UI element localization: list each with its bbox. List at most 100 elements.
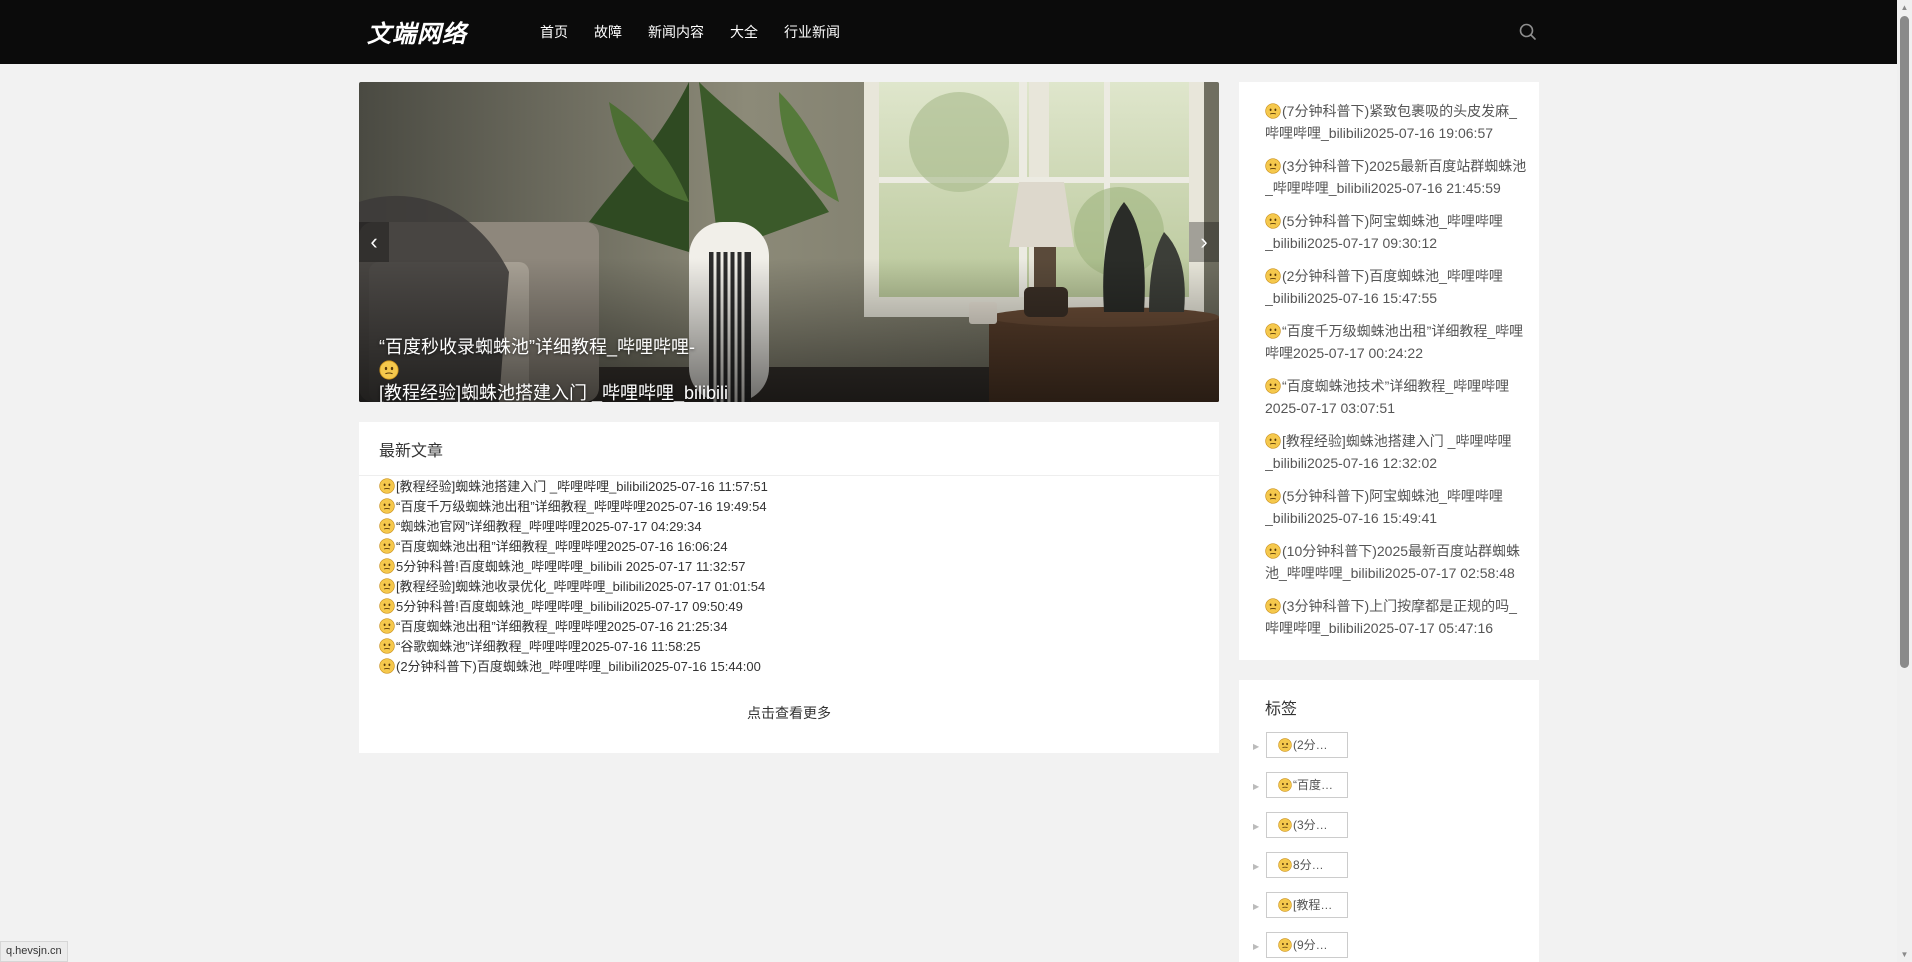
tag-chip[interactable]: “百度… — [1266, 772, 1348, 798]
article-link[interactable]: [教程经验]蜘蛛池搭建入门 _哔哩哔哩_bilibili2025-07-16 1… — [1265, 433, 1511, 471]
tag-chip[interactable]: 8分… — [1266, 852, 1348, 878]
site-logo[interactable]: 文端网络 — [367, 14, 467, 49]
hero-caption[interactable]: “百度秒收录蜘蛛池”详细教程_哔哩哔哩- [教程经验]蜘蛛池搭建入门 _哔哩哔哩_… — [379, 334, 1039, 402]
list-item[interactable]: (5分钟科普下)阿宝蜘蛛池_哔哩哔哩_bilibili2025-07-16 15… — [1265, 485, 1527, 540]
tag-chip[interactable]: (2分… — [1266, 732, 1348, 758]
tag-chip[interactable]: (3分… — [1266, 812, 1348, 838]
triangle-bullet-icon: ▶ — [1253, 782, 1260, 791]
confused-face-emoji-icon — [1265, 268, 1281, 284]
triangle-bullet-icon: ▶ — [1253, 742, 1260, 751]
confused-face-emoji-icon — [1265, 213, 1281, 229]
article-link[interactable]: [教程经验]蜘蛛池收录优化_哔哩哔哩_bilibili2025-07-17 01… — [396, 579, 765, 594]
page-scrollbar[interactable]: ▲ ▼ — [1897, 0, 1912, 962]
list-item[interactable]: “百度蜘蛛池技术”详细教程_哔哩哔哩2025-07-17 03:07:51 — [1265, 375, 1527, 430]
article-link[interactable]: “百度蜘蛛池出租”详细教程_哔哩哔哩2025-07-16 16:06:24 — [396, 539, 728, 554]
article-link[interactable]: (5分钟科普下)阿宝蜘蛛池_哔哩哔哩_bilibili2025-07-16 15… — [1265, 488, 1503, 526]
confused-face-emoji-icon — [379, 538, 395, 554]
sidebar-article-list: (7分钟科普下)紧致包裹吸的头皮发麻_哔哩哔哩_bilibili2025-07-… — [1265, 100, 1527, 650]
list-item[interactable]: 5分钟科普!百度蜘蛛池_哔哩哔哩_bilibili 2025-07-17 11:… — [379, 557, 768, 577]
article-link[interactable]: “蜘蛛池官网”详细教程_哔哩哔哩2025-07-17 04:29:34 — [396, 519, 702, 534]
article-link[interactable]: (5分钟科普下)阿宝蜘蛛池_哔哩哔哩_bilibili2025-07-17 09… — [1265, 213, 1503, 251]
scroll-up-arrow-icon[interactable]: ▲ — [1900, 3, 1909, 12]
latest-articles-list: [教程经验]蜘蛛池搭建入门 _哔哩哔哩_bilibili2025-07-16 1… — [379, 477, 768, 677]
confused-face-emoji-icon — [379, 518, 395, 534]
list-item[interactable]: “谷歌蜘蛛池”详细教程_哔哩哔哩2025-07-16 11:58:25 — [379, 637, 768, 657]
confused-face-emoji-icon — [1278, 898, 1292, 912]
list-item[interactable]: (10分钟科普下)2025最新百度站群蜘蛛池_哔哩哔哩_bilibili2025… — [1265, 540, 1527, 595]
article-link[interactable]: (7分钟科普下)紧致包裹吸的头皮发麻_哔哩哔哩_bilibili2025-07-… — [1265, 103, 1517, 141]
article-link[interactable]: “百度蜘蛛池技术”详细教程_哔哩哔哩2025-07-17 03:07:51 — [1265, 378, 1509, 416]
scroll-down-arrow-icon[interactable]: ▼ — [1900, 950, 1909, 959]
nav-collection[interactable]: 大全 — [730, 22, 758, 42]
nav-news-content[interactable]: 新闻内容 — [648, 22, 704, 42]
confused-face-emoji-icon — [379, 558, 395, 574]
list-item[interactable]: (7分钟科普下)紧致包裹吸的头皮发麻_哔哩哔哩_bilibili2025-07-… — [1265, 100, 1527, 155]
article-link[interactable]: (3分钟科普下)上门按摩都是正规的吗_哔哩哔哩_bilibili2025-07-… — [1265, 598, 1517, 636]
confused-face-emoji-icon — [1278, 818, 1292, 832]
article-link[interactable]: 5分钟科普!百度蜘蛛池_哔哩哔哩_bilibili 2025-07-17 11:… — [396, 559, 745, 574]
top-navbar: 文端网络 首页 故障 新闻内容 大全 行业新闻 — [0, 0, 1897, 64]
carousel-next-button[interactable]: › — [1189, 222, 1219, 262]
tag-chip[interactable]: [教程… — [1266, 892, 1348, 918]
list-item[interactable]: (3分钟科普下)2025最新百度站群蜘蛛池_哔哩哔哩_bilibili2025-… — [1265, 155, 1527, 210]
confused-face-emoji-icon — [1265, 488, 1281, 504]
article-link[interactable]: (2分钟科普下)百度蜘蛛池_哔哩哔哩_bilibili2025-07-16 15… — [396, 659, 761, 674]
hero-carousel[interactable]: “百度秒收录蜘蛛池”详细教程_哔哩哔哩- [教程经验]蜘蛛池搭建入门 _哔哩哔哩_… — [359, 82, 1219, 402]
list-item[interactable]: (5分钟科普下)阿宝蜘蛛池_哔哩哔哩_bilibili2025-07-17 09… — [1265, 210, 1527, 265]
list-item[interactable]: “百度蜘蛛池出租”详细教程_哔哩哔哩2025-07-16 16:06:24 — [379, 537, 768, 557]
scroll-thumb[interactable] — [1900, 16, 1909, 668]
view-more-link[interactable]: 点击查看更多 — [359, 703, 1219, 723]
article-link[interactable]: “百度千万级蜘蛛池出租”详细教程_哔哩哔哩2025-07-16 19:49:54 — [396, 499, 767, 514]
list-item[interactable]: “百度蜘蛛池出租”详细教程_哔哩哔哩2025-07-16 21:25:34 — [379, 617, 768, 637]
confused-face-emoji-icon — [1265, 433, 1281, 449]
latest-articles-title: 最新文章 — [379, 443, 444, 460]
article-link[interactable]: “百度千万级蜘蛛池出租”详细教程_哔哩哔哩2025-07-17 00:24:22 — [1265, 323, 1523, 361]
confused-face-emoji-icon — [1265, 378, 1281, 394]
list-item[interactable]: [教程经验]蜘蛛池搭建入门 _哔哩哔哩_bilibili2025-07-16 1… — [379, 477, 768, 497]
article-link[interactable]: 5分钟科普!百度蜘蛛池_哔哩哔哩_bilibili2025-07-17 09:5… — [396, 599, 743, 614]
nav-faults[interactable]: 故障 — [594, 22, 622, 42]
tag-label: “百度… — [1293, 778, 1333, 792]
nav-home[interactable]: 首页 — [540, 22, 568, 42]
confused-face-emoji-icon — [379, 360, 399, 380]
list-item[interactable]: [教程经验]蜘蛛池收录优化_哔哩哔哩_bilibili2025-07-17 01… — [379, 577, 768, 597]
tag-chip[interactable]: (9分… — [1266, 932, 1348, 958]
article-link[interactable]: “百度蜘蛛池出租”详细教程_哔哩哔哩2025-07-16 21:25:34 — [396, 619, 728, 634]
confused-face-emoji-icon — [379, 578, 395, 594]
confused-face-emoji-icon — [1278, 778, 1292, 792]
list-item[interactable]: 5分钟科普!百度蜘蛛池_哔哩哔哩_bilibili2025-07-17 09:5… — [379, 597, 768, 617]
article-link[interactable]: [教程经验]蜘蛛池搭建入门 _哔哩哔哩_bilibili2025-07-16 1… — [396, 479, 768, 494]
list-item[interactable]: (3分钟科普下)上门按摩都是正规的吗_哔哩哔哩_bilibili2025-07-… — [1265, 595, 1527, 650]
tag-label: (3分… — [1293, 818, 1328, 832]
confused-face-emoji-icon — [379, 618, 395, 634]
triangle-bullet-icon: ▶ — [1253, 902, 1260, 911]
article-link[interactable]: “谷歌蜘蛛池”详细教程_哔哩哔哩2025-07-16 11:58:25 — [396, 639, 701, 654]
list-item[interactable]: (2分钟科普下)百度蜘蛛池_哔哩哔哩_bilibili2025-07-16 15… — [379, 657, 768, 677]
carousel-prev-button[interactable]: ‹ — [359, 222, 389, 262]
confused-face-emoji-icon — [1265, 543, 1281, 559]
article-link[interactable]: (10分钟科普下)2025最新百度站群蜘蛛池_哔哩哔哩_bilibili2025… — [1265, 543, 1520, 581]
article-link[interactable]: (3分钟科普下)2025最新百度站群蜘蛛池_哔哩哔哩_bilibili2025-… — [1265, 158, 1526, 196]
list-item[interactable]: [教程经验]蜘蛛池搭建入门 _哔哩哔哩_bilibili2025-07-16 1… — [1265, 430, 1527, 485]
confused-face-emoji-icon — [379, 638, 395, 654]
confused-face-emoji-icon — [379, 478, 395, 494]
list-item[interactable]: (2分钟科普下)百度蜘蛛池_哔哩哔哩_bilibili2025-07-16 15… — [1265, 265, 1527, 320]
tags-panel: 标签 ▶ (2分… ▶ “百度… ▶ (3分… ▶ 8分… ▶ [教程… ▶ (9分… — [1239, 680, 1539, 962]
list-item[interactable]: “百度千万级蜘蛛池出租”详细教程_哔哩哔哩2025-07-17 00:24:22 — [1265, 320, 1527, 375]
divider — [359, 475, 1219, 476]
article-link[interactable]: (2分钟科普下)百度蜘蛛池_哔哩哔哩_bilibili2025-07-16 15… — [1265, 268, 1503, 306]
tag-label: (2分… — [1293, 738, 1328, 752]
confused-face-emoji-icon — [379, 598, 395, 614]
triangle-bullet-icon: ▶ — [1253, 862, 1260, 871]
hero-caption-prefix: “百度秒收录蜘蛛池”详细教程_哔哩哔哩- — [379, 337, 695, 357]
nav-industry-news[interactable]: 行业新闻 — [784, 22, 840, 42]
tag-label: 8分… — [1293, 858, 1324, 872]
search-icon[interactable] — [1518, 22, 1538, 42]
list-item[interactable]: “蜘蛛池官网”详细教程_哔哩哔哩2025-07-17 04:29:34 — [379, 517, 768, 537]
tag-label: [教程… — [1293, 898, 1333, 912]
list-item[interactable]: “百度千万级蜘蛛池出租”详细教程_哔哩哔哩2025-07-16 19:49:54 — [379, 497, 768, 517]
hero-caption-suffix: [教程经验]蜘蛛池搭建入门 _哔哩哔哩_bilibili — [379, 383, 729, 402]
confused-face-emoji-icon — [1265, 598, 1281, 614]
latest-articles-panel: 最新文章 [教程经验]蜘蛛池搭建入门 _哔哩哔哩_bilibili2025-07… — [359, 422, 1219, 753]
tag-label: (9分… — [1293, 938, 1328, 952]
